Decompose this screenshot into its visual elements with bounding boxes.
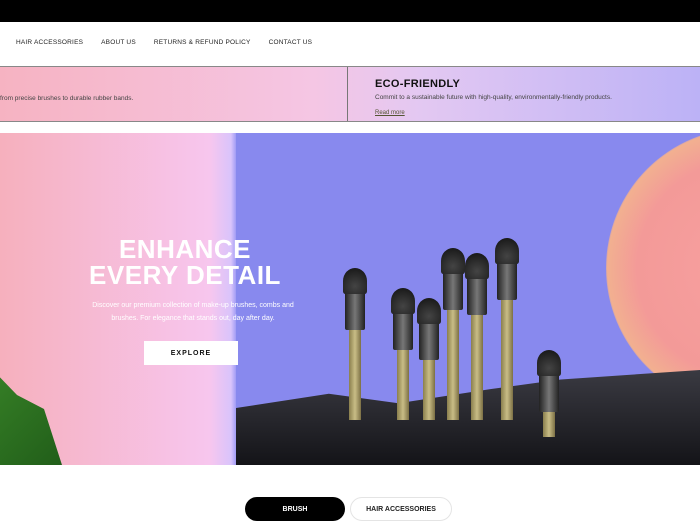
nav-hair-accessories[interactable]: HAIR ACCESSORIES (16, 39, 83, 46)
hero-subtitle: Discover our premium collection of make-… (92, 302, 294, 322)
nav-returns-refund-policy[interactable]: RETURNS & REFUND POLICY (154, 39, 251, 46)
top-bar (0, 0, 700, 22)
palm-leaf-graphic (0, 367, 62, 465)
brush-graphic (537, 350, 561, 437)
brush-graphic (417, 298, 441, 420)
category-tabs: BRUSH HAIR ACCESSORIES (245, 497, 452, 521)
main-nav: HAIR ACCESSORIES ABOUT US RETURNS & REFU… (0, 22, 700, 62)
hero-banner: ENHANCE EVERY DETAIL Discover our premium… (0, 133, 700, 465)
read-more-link[interactable]: Read more (375, 110, 405, 116)
feature-card-products: from precise brushes to durable rubber b… (0, 67, 348, 121)
sun-graphic (606, 133, 700, 408)
features-strip: from precise brushes to durable rubber b… (0, 66, 700, 122)
nav-about-us[interactable]: ABOUT US (101, 39, 136, 46)
brush-graphic (495, 238, 519, 420)
eco-text: Commit to a sustainable future with high… (375, 94, 612, 101)
nav-contact-us[interactable]: CONTACT US (269, 39, 313, 46)
brush-graphic (465, 253, 489, 420)
eco-title: ECO-FRIENDLY (375, 78, 461, 90)
brush-graphic (391, 288, 415, 420)
feature-card-eco: ECO-FRIENDLY Commit to a sustainable fut… (348, 67, 612, 121)
hero-title-line2: EVERY DETAIL (89, 260, 281, 290)
explore-button[interactable]: EXPLORE (144, 341, 238, 365)
tab-brush[interactable]: BRUSH (245, 497, 345, 521)
feature-text: from precise brushes to durable rubber b… (0, 95, 134, 102)
tab-hair-accessories[interactable]: HAIR ACCESSORIES (350, 497, 452, 521)
brush-graphic (441, 248, 465, 420)
brush-graphic (343, 268, 367, 420)
hero-title: ENHANCE EVERY DETAIL (60, 236, 310, 288)
